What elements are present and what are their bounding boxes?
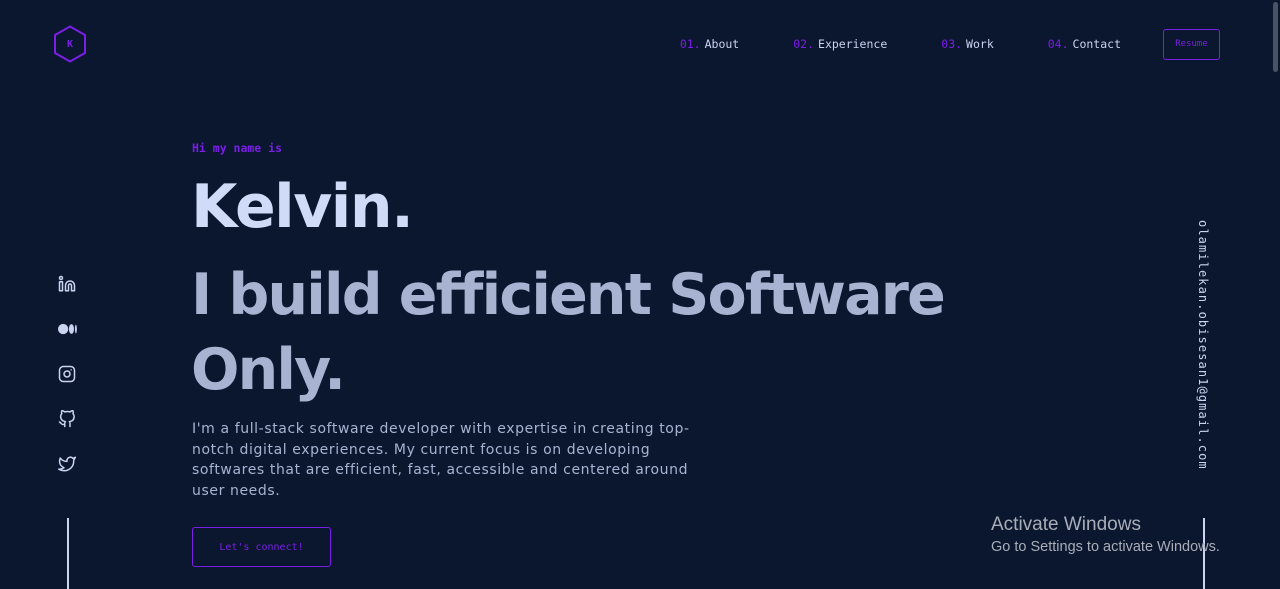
twitter-link[interactable] (57, 454, 77, 474)
nav-label: Experience (818, 37, 888, 51)
top-nav: 01. About 02. Experience 03. Work 04. Contac… (680, 28, 1220, 60)
page-scrollbar[interactable] (1271, 0, 1280, 589)
left-rail-line (67, 518, 69, 589)
github-link[interactable] (57, 409, 77, 429)
logo-hexagon[interactable]: K (53, 25, 87, 63)
instagram-link[interactable] (57, 364, 77, 384)
right-rail-line (1203, 518, 1205, 589)
resume-button[interactable]: Resume (1163, 28, 1220, 60)
windows-activation-watermark: Activate Windows Go to Settings to activ… (991, 513, 1220, 558)
nav-label: Work (966, 37, 994, 51)
hero-intro: Hi my name is (192, 141, 283, 155)
nav-link-experience[interactable]: 02. Experience (793, 37, 887, 51)
watermark-title: Activate Windows (991, 514, 1141, 535)
nav-number: 01. (679, 37, 701, 51)
nav-label: About (704, 37, 740, 51)
social-links (57, 274, 79, 499)
hero-name: Kelvin. (191, 172, 414, 242)
watermark-subtitle: Go to Settings to activate Windows. (991, 539, 1220, 555)
email-text: olamilekan.obisesan1@gmail.com (1196, 220, 1210, 470)
nav-number: 02. (793, 37, 815, 51)
github-icon (58, 410, 75, 428)
nav-link-work[interactable]: 03. Work (941, 37, 993, 51)
nav-number: 03. (941, 37, 963, 51)
scrollbar-thumb[interactable] (1273, 2, 1278, 72)
nav-link-about[interactable]: 01. About (680, 37, 739, 51)
email-link[interactable]: olamilekan.obisesan1@gmail.com (1194, 220, 1214, 480)
linkedin-link[interactable] (57, 274, 77, 294)
lets-connect-button[interactable]: Let's connect! (192, 527, 331, 567)
medium-icon (57, 323, 77, 335)
nav-link-contact[interactable]: 04. Contact (1048, 37, 1121, 51)
twitter-icon (58, 456, 76, 472)
instagram-icon (58, 365, 76, 383)
nav-label: Contact (1072, 37, 1121, 51)
logo-letter: K (66, 38, 74, 50)
nav-number: 04. (1047, 37, 1069, 51)
hero-description: I'm a full-stack software developer with… (192, 421, 690, 500)
medium-link[interactable] (57, 319, 77, 339)
hero-tagline: I build efficient Software Only. (191, 262, 946, 403)
linkedin-icon (58, 275, 76, 292)
